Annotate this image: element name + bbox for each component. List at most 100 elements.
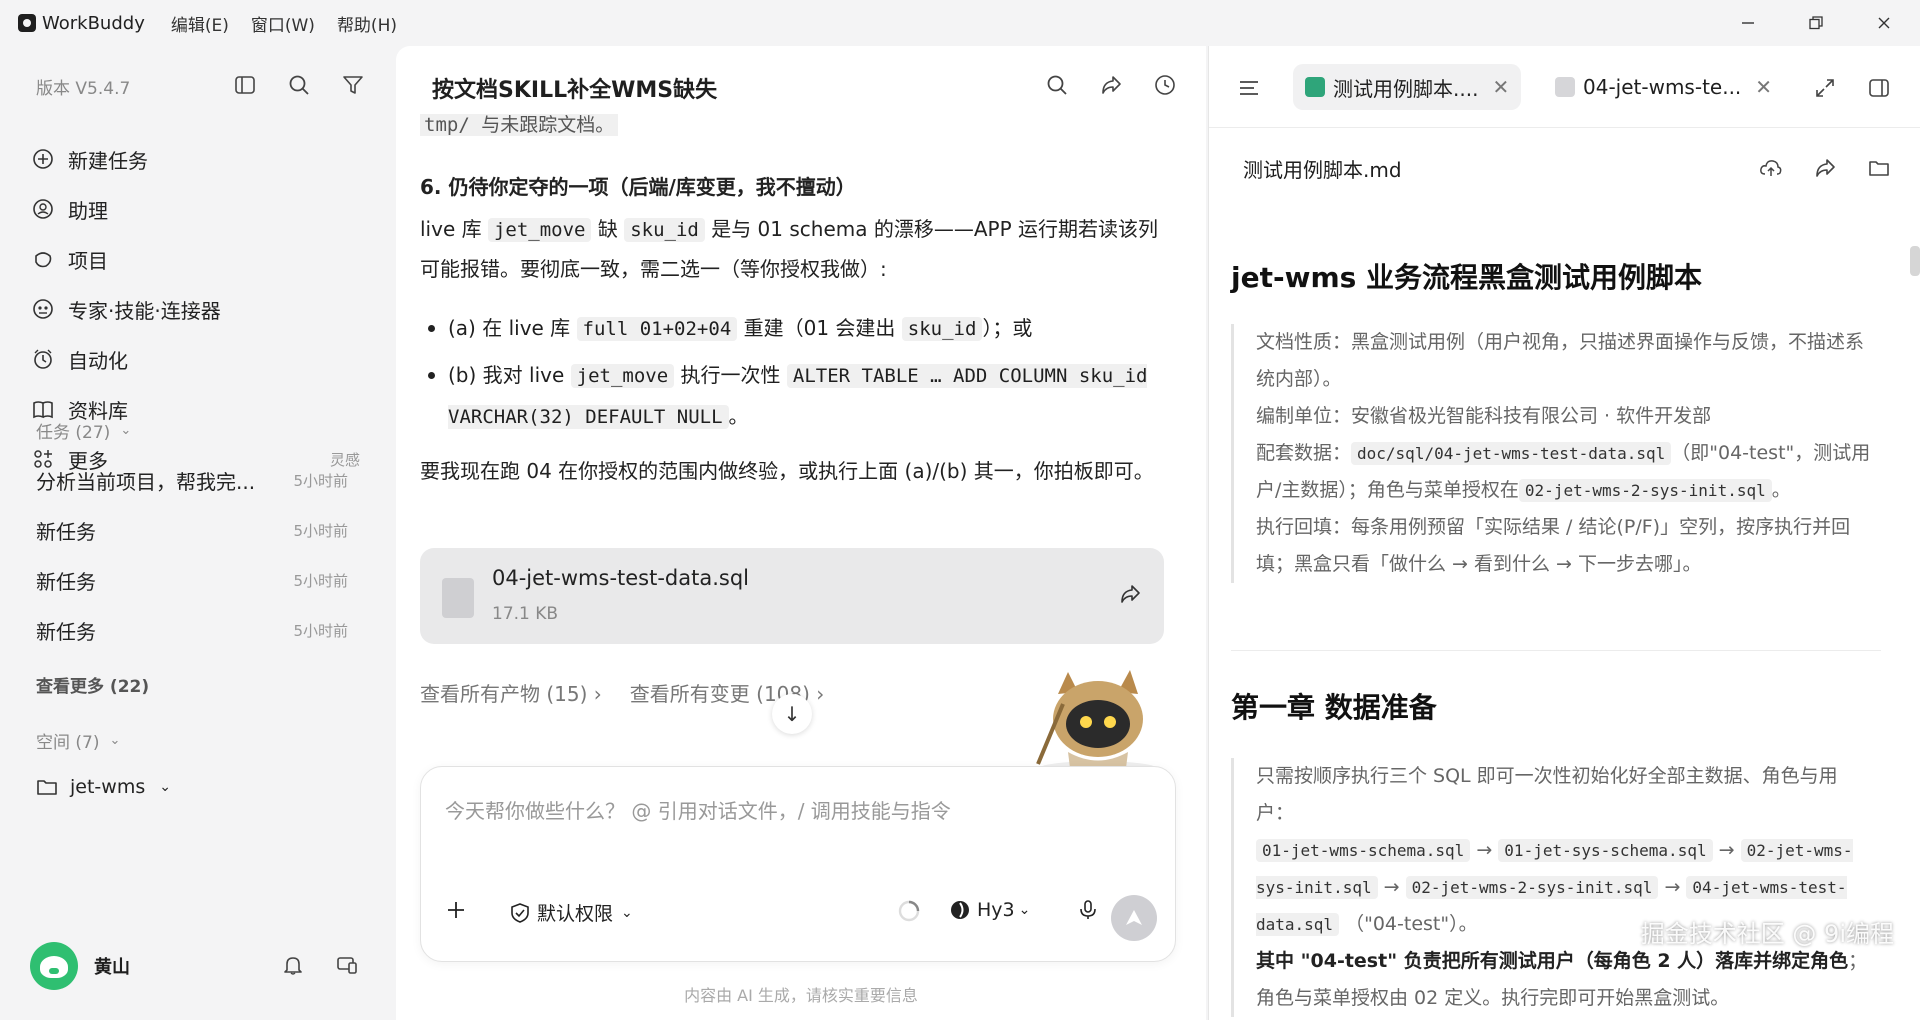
task-title: 新任务 (36, 520, 96, 544)
project-icon (30, 246, 56, 272)
inline-code: jet_move (570, 364, 675, 388)
voice-input-button[interactable] (1077, 899, 1099, 921)
artifact-links: 查看所有产物 (15) › 查看所有变更 (108) › (420, 678, 824, 707)
message-paragraph: 要我现在跑 04 在你授权的范围内做终验，或执行上面 (a)/(b) 其一，你拍… (420, 459, 1154, 483)
close-tab-icon[interactable]: ✕ (1755, 75, 1772, 99)
quote-line: 执行回填：每条用例预留「实际结果 / 结论(P/F)」空列，按序执行并回填；黑盒… (1256, 516, 1851, 575)
quote-line: 只需按顺序执行三个 SQL 即可一次性初始化好全部主数据、角色与用户： (1256, 765, 1838, 824)
toggle-panel-button[interactable] (1865, 74, 1893, 102)
composer-input[interactable]: 今天帮你做些什么？ @ 引用对话文件，/ 调用技能与指令 (445, 795, 951, 824)
chevron-down-icon: ⌄ (120, 423, 132, 438)
restore-button[interactable] (1788, 8, 1844, 38)
sidebar-header: 版本 V5.4.7 (36, 74, 130, 99)
devices-icon (337, 957, 357, 974)
history-button[interactable] (1150, 70, 1180, 100)
task-item[interactable]: 新任务 5小时前 (36, 516, 348, 545)
option-list: (a) 在 live 库 full 01+02+04 重建（01 会建出 sku… (420, 308, 1160, 437)
menu-icon (1240, 81, 1258, 95)
document-title: jet-wms 业务流程黑盒测试用例脚本 (1231, 256, 1702, 296)
tab-test-data[interactable]: 04-jet-wms-te... ✕ (1543, 64, 1784, 110)
text: (b) 我对 live (448, 363, 571, 387)
tab-test-script[interactable]: 测试用例脚本.... ✕ (1293, 64, 1522, 110)
partial-text: tmp/ 与未跟踪文档。 (420, 114, 1160, 140)
add-attachment-button[interactable] (445, 899, 467, 921)
microphone-icon (1080, 900, 1096, 919)
task-time: 5小时前 (293, 522, 348, 540)
spaces-section-header[interactable]: 空间 (7) ⌄ (36, 728, 120, 753)
bell-icon (284, 957, 302, 975)
notifications-button[interactable] (280, 952, 306, 978)
menu-edit[interactable]: 编辑(E) (171, 11, 229, 36)
menu-window[interactable]: 窗口(W) (251, 11, 315, 36)
file-size: 17.1 KB (492, 604, 559, 624)
model-logo-icon (951, 901, 969, 919)
text: 配套数据： (1256, 442, 1352, 464)
search-button[interactable] (286, 72, 312, 98)
permission-dropdown[interactable]: 默认权限 ⌄ (509, 899, 633, 926)
panel-icon (1869, 79, 1889, 97)
open-folder-button[interactable] (1865, 154, 1893, 182)
permission-label: 默认权限 (537, 903, 614, 925)
user-name: 黄山 (94, 957, 130, 978)
inline-code: doc/sql/04-jet-wms-test-data.sql (1351, 442, 1672, 465)
nav-new-task[interactable]: 新建任务 (30, 134, 370, 184)
chat-search-button[interactable] (1042, 70, 1072, 100)
toggle-sidebar-button[interactable] (232, 72, 258, 98)
arrow-down-icon: ↓ (783, 702, 801, 726)
nav-assistant[interactable]: 助理 (30, 184, 370, 234)
menu-help[interactable]: 帮助(H) (337, 11, 397, 36)
space-item[interactable]: jet-wms ⌄ (36, 776, 171, 798)
tasks-section-header[interactable]: 任务 (27) ⌄ (36, 418, 131, 443)
folder-icon (1869, 161, 1889, 176)
sidebar: 版本 V5.4.7 新建任务 助理 项目 专家·技能·连接器 自动化 资料库 更… (0, 46, 396, 1020)
chevron-down-icon: ⌄ (109, 733, 121, 748)
file-name: 04-jet-wms-test-data.sql (492, 566, 750, 590)
send-button[interactable] (1111, 895, 1157, 941)
close-window-button[interactable] (1856, 8, 1912, 38)
partial-line: tmp/ 与未跟踪文档。 (420, 114, 619, 136)
chat-share-button[interactable] (1096, 70, 1126, 100)
model-selector[interactable]: Hy3 ⌄ (949, 899, 1030, 921)
scroll-to-bottom-button[interactable]: ↓ (772, 694, 812, 734)
close-tab-icon[interactable]: ✕ (1492, 75, 1509, 99)
view-more-tasks-link[interactable]: 查看更多 (22) (36, 672, 149, 697)
text: （"04-test"）。 (1345, 913, 1478, 935)
share-icon (1121, 585, 1140, 603)
document-panel: 测试用例脚本.... ✕ 04-jet-wms-te... ✕ 测试用例脚本.m… (1208, 46, 1920, 1020)
list-item: (b) 我对 live jet_move 执行一次性 ALTER TABLE …… (420, 355, 1160, 437)
markdown-file-icon (1305, 77, 1325, 97)
nav-expert[interactable]: 专家·技能·连接器 (30, 284, 370, 334)
user-profile[interactable]: 黄山 (30, 942, 130, 990)
nav-project[interactable]: 项目 (30, 234, 370, 284)
doc-share-button[interactable] (1811, 154, 1839, 182)
ai-disclaimer: 内容由 AI 生成，请核实重要信息 (684, 986, 918, 1005)
text: 。 (1771, 479, 1791, 501)
message-composer[interactable]: 今天帮你做些什么？ @ 引用对话文件，/ 调用技能与指令 默认权限 ⌄ Hy3 … (420, 766, 1176, 962)
task-item[interactable]: 新任务 5小时前 (36, 616, 348, 645)
outline-button[interactable] (1235, 74, 1263, 102)
doc-heading-2: 第一章 数据准备 (1231, 691, 1437, 724)
text: live 库 (420, 217, 488, 241)
upload-button[interactable] (1757, 154, 1785, 182)
app-name: WorkBuddy (42, 12, 145, 34)
task-item[interactable]: 新任务 5小时前 (36, 566, 348, 595)
devices-button[interactable] (334, 952, 360, 978)
file-attachment-card[interactable]: 04-jet-wms-test-data.sql 17.1 KB (420, 548, 1164, 644)
section-heading: 6. 仍待你定夺的一项（后端/库变更，我不擅动） (420, 175, 856, 199)
minimize-button[interactable] (1720, 8, 1776, 38)
filter-button[interactable] (340, 72, 366, 98)
scrollbar-thumb[interactable] (1910, 246, 1920, 276)
expand-icon (1816, 79, 1834, 97)
quote-line: 其中 "04-test" 负责把所有测试用户（每角色 2 人）落库并绑定角色；角… (1256, 943, 1871, 1017)
view-artifacts-link[interactable]: 查看所有产物 (15) › (420, 678, 602, 707)
assistant-icon (30, 196, 56, 222)
tab-label: 测试用例脚本.... (1333, 76, 1479, 101)
task-item[interactable]: 分析当前项目，帮我完... 5小时前 (36, 466, 348, 495)
document-toolbar: 测试用例脚本.md (1209, 128, 1920, 208)
filter-icon (343, 76, 363, 94)
nav-automation[interactable]: 自动化 (30, 334, 370, 384)
nav-label: 新建任务 (68, 148, 148, 173)
expand-button[interactable] (1811, 74, 1839, 102)
text: (a) 在 live 库 (448, 316, 577, 340)
file-share-button[interactable] (1118, 582, 1142, 606)
